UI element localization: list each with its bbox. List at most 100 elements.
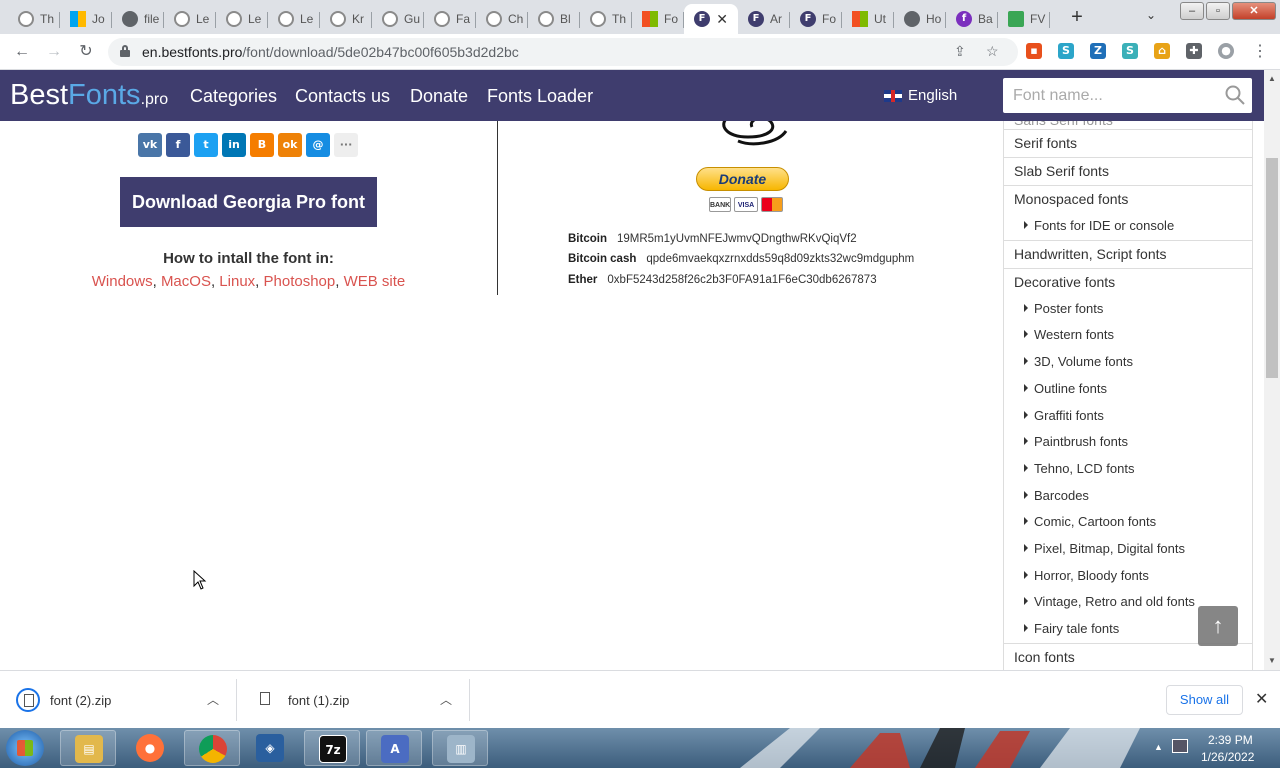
show-all-downloads-button[interactable]: Show all	[1166, 685, 1243, 715]
browser-tab[interactable]: Th	[8, 4, 60, 34]
search-icon[interactable]	[1225, 85, 1245, 105]
sidebar-item[interactable]: Handwritten, Script fonts	[1004, 239, 1252, 268]
odnoklassniki-share-icon[interactable]: ok	[278, 133, 302, 157]
bookmark-star-icon[interactable]: ☆	[986, 43, 999, 60]
start-button[interactable]	[6, 730, 44, 766]
browser-tab[interactable]: Fa	[424, 4, 476, 34]
paypal-donate-button[interactable]: Donate	[696, 167, 789, 191]
share-icon[interactable]: ⇪	[954, 43, 966, 60]
sidebar-item[interactable]: Barcodes	[1004, 483, 1252, 509]
close-shelf-icon[interactable]: ✕	[1255, 689, 1268, 709]
sidebar-item[interactable]: Monospaced fonts	[1004, 185, 1252, 213]
install-link-linux[interactable]: Linux	[219, 273, 255, 290]
sidebar-item[interactable]: Icon fonts	[1004, 642, 1252, 670]
forward-icon[interactable]: →	[42, 40, 66, 64]
download-font-button[interactable]: Download Georgia Pro font	[120, 177, 377, 227]
clock-time[interactable]: 2:39 PM	[1208, 733, 1253, 747]
extension-home-icon[interactable]: ⌂	[1154, 43, 1170, 59]
browser-tab[interactable]: Le	[164, 4, 216, 34]
sidebar-item[interactable]: Paintbrush fonts	[1004, 429, 1252, 455]
back-icon[interactable]: ←	[10, 40, 34, 64]
browser-tab[interactable]: Th	[580, 4, 632, 34]
sidebar-item[interactable]: Outline fonts	[1004, 376, 1252, 402]
site-logo[interactable]: BestFonts.pro	[10, 79, 168, 112]
sidebar-item[interactable]: Decorative fonts	[1004, 267, 1252, 296]
sidebar-item[interactable]: Serif fonts	[1004, 129, 1252, 157]
download-item-2[interactable]: font (1).zip	[254, 671, 349, 729]
nav-fonts-loader[interactable]: Fonts Loader	[487, 86, 593, 107]
browser-tab[interactable]: file	[112, 4, 164, 34]
browser-tab[interactable]: F Ar	[738, 4, 790, 34]
more-share-icon[interactable]: ···	[334, 133, 358, 157]
sidebar-item[interactable]: Western fonts	[1004, 322, 1252, 348]
tray-expand-icon[interactable]: ▲	[1154, 742, 1163, 752]
scrollbar-thumb[interactable]	[1266, 158, 1278, 378]
bitcoin-address[interactable]: Bitcoin 19MR5m1yUvmNFEJwmvQDngthwRKvQiqVf…	[568, 233, 857, 245]
scroll-to-top-button[interactable]: ↑	[1198, 606, 1238, 646]
sidebar-item[interactable]: Slab Serif fonts	[1004, 157, 1252, 185]
browser-tab[interactable]: F ✕	[684, 4, 738, 34]
sidebar-item[interactable]: Tehno, LCD fonts	[1004, 456, 1252, 482]
reload-icon[interactable]: ↻	[74, 40, 98, 64]
chevron-up-icon[interactable]: ︿	[207, 691, 219, 708]
minimize-button[interactable]: –	[1180, 2, 1204, 20]
scroll-up-icon[interactable]: ▲	[1268, 74, 1276, 83]
taskbar-network[interactable]: ▥	[432, 730, 488, 766]
new-tab-button[interactable]: +	[1066, 6, 1088, 28]
browser-tab[interactable]: Le	[268, 4, 320, 34]
linkedin-share-icon[interactable]: in	[222, 133, 246, 157]
profile-avatar-icon[interactable]: ●	[1218, 43, 1234, 59]
extension-s-icon[interactable]: S	[1058, 43, 1074, 59]
install-link-web-site[interactable]: WEB site	[344, 273, 406, 290]
nav-categories[interactable]: Categories	[190, 86, 277, 107]
vk-share-icon[interactable]: vk	[138, 133, 162, 157]
sidebar-item[interactable]: Horror, Bloody fonts	[1004, 563, 1252, 589]
taskbar-app[interactable]: A	[366, 730, 422, 766]
sidebar-item[interactable]: 3D, Volume fonts	[1004, 349, 1252, 375]
browser-menu-icon[interactable]: ⋮	[1248, 40, 1272, 64]
browser-tab[interactable]: Ho	[894, 4, 946, 34]
taskbar-virtualbox[interactable]: ◈	[242, 730, 298, 766]
sidebar-item[interactable]: Pixel, Bitmap, Digital fonts	[1004, 536, 1252, 562]
browser-tab[interactable]: FV	[998, 4, 1050, 34]
taskbar-explorer[interactable]: ▤	[60, 730, 116, 766]
twitter-share-icon[interactable]: t	[194, 133, 218, 157]
taskbar-firefox[interactable]: ●	[122, 730, 178, 766]
page-scrollbar[interactable]: ▲ ▼	[1264, 70, 1280, 670]
moimir-share-icon[interactable]: @	[306, 133, 330, 157]
browser-tab[interactable]: Fo	[632, 4, 684, 34]
sidebar-item[interactable]: Comic, Cartoon fonts	[1004, 509, 1252, 535]
browser-tab[interactable]: Le	[216, 4, 268, 34]
taskbar-chrome[interactable]	[184, 730, 240, 766]
url-text[interactable]: en.bestfonts.pro/font/download/5de02b47b…	[142, 44, 519, 60]
browser-tab[interactable]: Jo	[60, 4, 112, 34]
extension-z-icon[interactable]: Z	[1090, 43, 1106, 59]
language-selector[interactable]: English	[884, 87, 957, 104]
tab-search-icon[interactable]: ⌄	[1146, 8, 1156, 22]
sidebar-item[interactable]: Fonts for IDE or console	[1004, 213, 1252, 239]
browser-tab[interactable]: f Ba	[946, 4, 998, 34]
close-window-button[interactable]: ✕	[1232, 2, 1276, 20]
bitcoin-cash-address[interactable]: Bitcoin cash qpde6mvaekqxzrnxdds59q8d09zk…	[568, 253, 914, 265]
ether-address[interactable]: Ether 0xbF5243d258f26c2b3F0FA91a1F6eC30db…	[568, 274, 877, 286]
install-link-windows[interactable]: Windows	[92, 273, 153, 290]
facebook-share-icon[interactable]: f	[166, 133, 190, 157]
maximize-button[interactable]: ▫	[1206, 2, 1230, 20]
extension-s2-icon[interactable]: S	[1122, 43, 1138, 59]
scroll-down-icon[interactable]: ▼	[1268, 656, 1276, 665]
address-bar[interactable]: en.bestfonts.pro/font/download/5de02b47b…	[108, 38, 1018, 66]
chevron-up-icon[interactable]: ︿	[440, 691, 452, 708]
font-search-input[interactable]	[1003, 78, 1218, 113]
browser-tab[interactable]: Ch	[476, 4, 528, 34]
browser-tab[interactable]: Kr	[320, 4, 372, 34]
install-link-macos[interactable]: MacOS	[161, 273, 211, 290]
blogger-share-icon[interactable]: B	[250, 133, 274, 157]
extensions-puzzle-icon[interactable]: ✚	[1186, 43, 1202, 59]
download-item-1[interactable]: font (2).zip	[16, 671, 111, 729]
extension-icon[interactable]: ▪	[1026, 43, 1042, 59]
network-tray-icon[interactable]	[1172, 739, 1188, 753]
tab-close-icon[interactable]: ✕	[716, 11, 728, 28]
nav-donate[interactable]: Donate	[410, 86, 468, 107]
lock-icon[interactable]	[120, 45, 130, 57]
taskbar-7zip[interactable]: 7z	[304, 730, 360, 766]
